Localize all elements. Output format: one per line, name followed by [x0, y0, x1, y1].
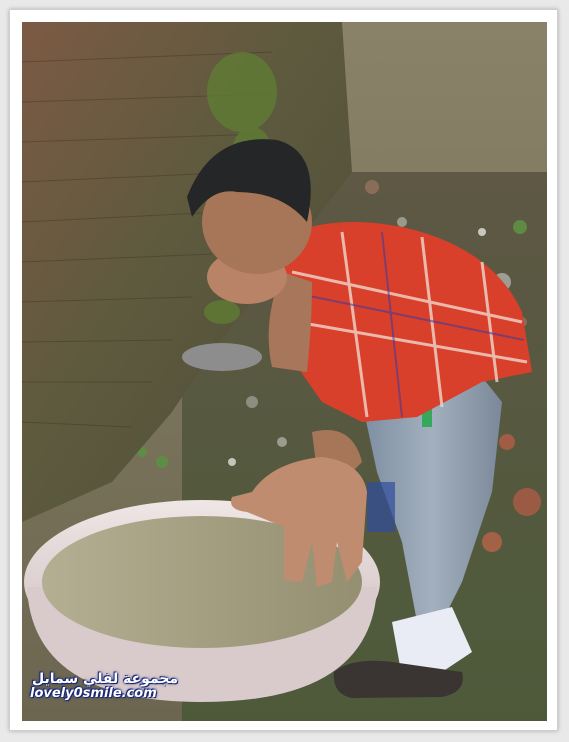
watermark: مجموعة لفلي سمايل lovely0smile.com: [30, 672, 190, 700]
watermark-arabic: مجموعة لفلي سمايل: [32, 671, 179, 687]
photo: [22, 22, 547, 721]
jeans-patch: [367, 482, 395, 532]
watermark-url: lovely0smile.com: [30, 685, 157, 701]
photo-illustration: [22, 22, 547, 721]
sandal-on-ground: [182, 343, 262, 371]
